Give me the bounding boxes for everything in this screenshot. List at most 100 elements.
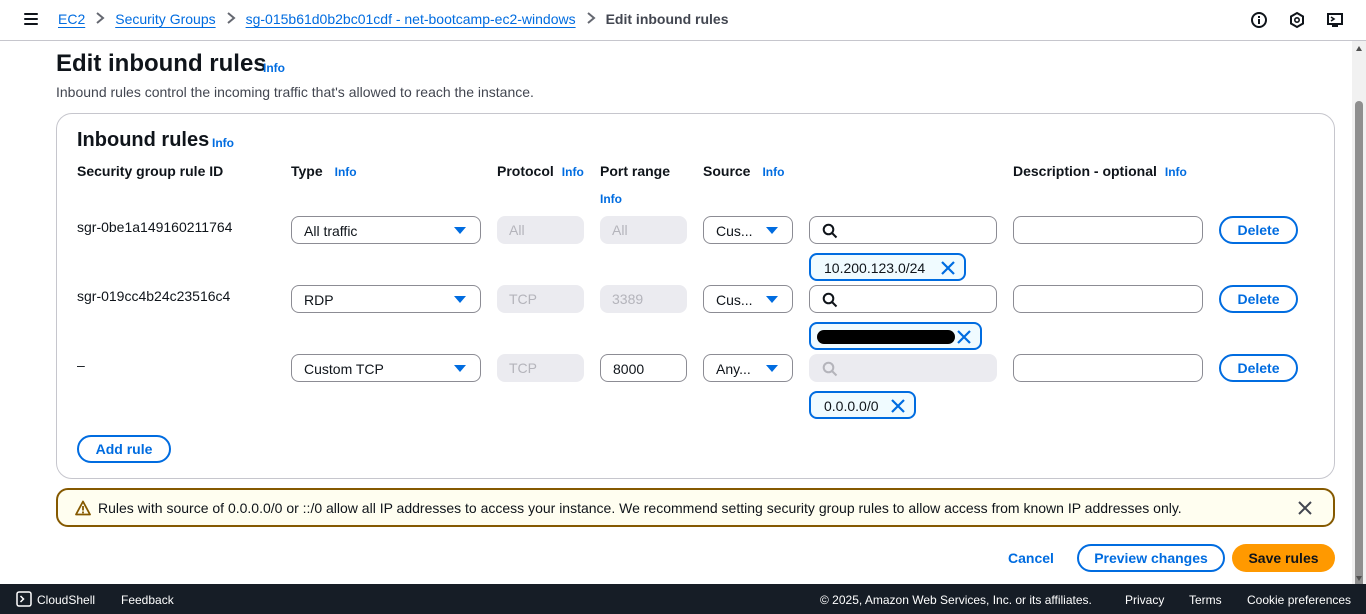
page-title-text: Edit inbound rules xyxy=(56,50,267,77)
rule-id: – xyxy=(77,357,85,373)
column-header-source-label: Source xyxy=(703,163,751,179)
type-info-link[interactable]: Info xyxy=(335,165,357,179)
close-icon[interactable] xyxy=(940,260,956,276)
cidr-token: 0.0.0.0/0 xyxy=(809,391,916,419)
delete-rule-button[interactable]: Delete xyxy=(1219,285,1298,313)
description-input[interactable] xyxy=(1013,354,1203,382)
caret-down-icon xyxy=(454,296,466,303)
feedback-link[interactable]: Feedback xyxy=(121,593,174,607)
add-rule-button[interactable]: Add rule xyxy=(77,435,171,463)
protocol-field: All xyxy=(497,216,584,244)
type-select[interactable]: Custom TCP xyxy=(291,354,481,382)
cidr-token-value: 10.200.123.0/24 xyxy=(824,260,926,276)
source-select[interactable]: Cus... xyxy=(703,216,793,244)
section-info-link[interactable]: Info xyxy=(212,136,234,150)
console-footer: CloudShell Feedback © 2025, Amazon Web S… xyxy=(0,584,1366,614)
cidr-search-input[interactable] xyxy=(809,216,997,244)
redacted-value xyxy=(817,330,955,344)
rule-id: sgr-0be1a149160211764 xyxy=(77,219,233,235)
cidr-search-input[interactable] xyxy=(809,285,997,313)
page-info-link[interactable]: Info xyxy=(263,61,285,75)
page-title: Edit inbound rules Info xyxy=(56,50,285,78)
column-header-type-label: Type xyxy=(291,163,323,179)
caret-down-icon xyxy=(766,227,778,234)
section-title: Inbound rules Info xyxy=(77,129,234,152)
description-input[interactable] xyxy=(1013,216,1203,244)
scrollbar-thumb[interactable] xyxy=(1355,101,1363,593)
port-range-field: All xyxy=(600,216,687,244)
rule-id: sgr-019cc4b24c23516c4 xyxy=(77,288,231,304)
column-header-type: Type Info xyxy=(291,163,357,179)
source-info-link[interactable]: Info xyxy=(762,165,784,179)
search-icon xyxy=(822,223,838,239)
source-select[interactable]: Any... xyxy=(703,354,793,382)
notification-icon[interactable] xyxy=(1288,11,1306,29)
type-select[interactable]: All traffic xyxy=(291,216,481,244)
chevron-right-icon xyxy=(222,11,240,27)
cidr-token-value: 0.0.0.0/0 xyxy=(824,398,879,414)
close-icon[interactable] xyxy=(1297,500,1313,516)
cloudshell-link[interactable]: CloudShell xyxy=(37,593,95,607)
chevron-right-icon xyxy=(582,11,600,27)
source-select[interactable]: Cus... xyxy=(703,285,793,313)
warning-triangle-icon xyxy=(75,500,91,516)
breadcrumb-current: Edit inbound rules xyxy=(605,11,729,27)
search-icon xyxy=(822,361,838,377)
source-select-value: Cus... xyxy=(716,292,753,308)
type-select[interactable]: RDP xyxy=(291,285,481,313)
scroll-down-arrow-icon[interactable] xyxy=(1355,574,1363,582)
source-select-value: Cus... xyxy=(716,223,753,239)
column-header-description: Description - optional Info xyxy=(1013,163,1187,179)
cidr-token-redacted xyxy=(809,322,982,350)
caret-down-icon xyxy=(766,296,778,303)
column-header-port-range: Port range xyxy=(600,163,671,179)
scroll-up-arrow-icon[interactable] xyxy=(1355,45,1363,53)
description-input[interactable] xyxy=(1013,285,1203,313)
caret-down-icon xyxy=(766,365,778,372)
breadcrumb-security-groups[interactable]: Security Groups xyxy=(115,11,215,27)
port-range-field: 3389 xyxy=(600,285,687,313)
page-scrollbar[interactable] xyxy=(1352,41,1366,593)
info-circle-icon[interactable] xyxy=(1250,11,1268,29)
breadcrumb: EC2 Security Groups sg-015b61d0b2bc01cdf… xyxy=(58,11,728,27)
cloudshell-icon[interactable] xyxy=(16,591,32,607)
protocol-info-link[interactable]: Info xyxy=(562,165,584,179)
inbound-rules-panel: Inbound rules Info Security group rule I… xyxy=(56,113,1335,479)
description-info-link[interactable]: Info xyxy=(1165,165,1187,179)
source-select-value: Any... xyxy=(716,361,751,377)
cancel-button[interactable]: Cancel xyxy=(1008,550,1054,566)
section-title-text: Inbound rules xyxy=(77,129,210,151)
port-range-input[interactable]: 8000 xyxy=(600,354,687,382)
privacy-link[interactable]: Privacy xyxy=(1125,593,1164,607)
save-rules-button[interactable]: Save rules xyxy=(1232,544,1335,572)
copyright-text: © 2025, Amazon Web Services, Inc. or its… xyxy=(820,593,1092,607)
column-header-protocol: Protocol Info xyxy=(497,163,584,179)
warning-text: Rules with source of 0.0.0.0/0 or ::/0 a… xyxy=(98,500,1182,516)
column-header-description-label: Description - optional xyxy=(1013,163,1157,179)
delete-rule-button[interactable]: Delete xyxy=(1219,354,1298,382)
type-select-value: All traffic xyxy=(304,223,358,239)
breadcrumb-ec2[interactable]: EC2 xyxy=(58,11,85,27)
console-settings-icon[interactable] xyxy=(1326,11,1344,29)
column-header-rule-id: Security group rule ID xyxy=(77,163,224,179)
column-header-source: Source Info xyxy=(703,163,784,179)
top-navigation-bar: EC2 Security Groups sg-015b61d0b2bc01cdf… xyxy=(0,0,1366,41)
port-range-info-link[interactable]: Info xyxy=(600,192,622,206)
protocol-field: TCP xyxy=(497,285,584,313)
type-select-value: Custom TCP xyxy=(304,361,384,377)
cidr-search-input-disabled xyxy=(809,354,997,382)
chevron-right-icon xyxy=(91,11,109,27)
search-icon xyxy=(822,292,838,308)
type-select-value: RDP xyxy=(304,292,334,308)
page-description: Inbound rules control the incoming traff… xyxy=(56,84,534,100)
breadcrumb-security-group[interactable]: sg-015b61d0b2bc01cdf - net-bootcamp-ec2-… xyxy=(246,11,576,27)
close-icon[interactable] xyxy=(956,329,972,345)
close-icon[interactable] xyxy=(890,398,906,414)
preview-changes-button[interactable]: Preview changes xyxy=(1077,544,1225,572)
cookie-preferences-link[interactable]: Cookie preferences xyxy=(1247,593,1351,607)
delete-rule-button[interactable]: Delete xyxy=(1219,216,1298,244)
terms-link[interactable]: Terms xyxy=(1189,593,1222,607)
hamburger-menu-icon[interactable] xyxy=(24,13,38,25)
cidr-token: 10.200.123.0/24 xyxy=(809,253,966,281)
caret-down-icon xyxy=(454,365,466,372)
